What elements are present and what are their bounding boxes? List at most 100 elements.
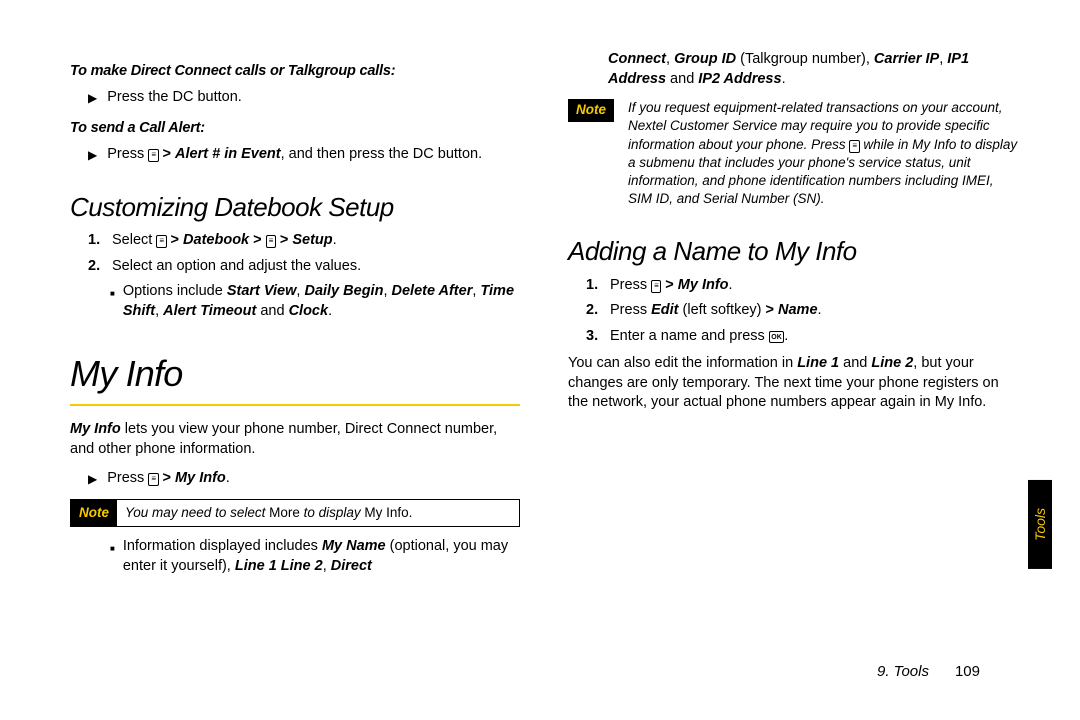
note-box: Note You may need to select More to disp… (70, 499, 520, 527)
heading-my-info: My Info (70, 350, 520, 399)
text: My Info (364, 505, 408, 520)
text: Press (107, 470, 148, 486)
separator: > (276, 232, 293, 248)
text: . (333, 232, 337, 248)
text: and (666, 71, 698, 87)
page-number: 109 (955, 663, 980, 680)
bullet-text: Options include Start View, Daily Begin,… (123, 282, 520, 321)
option-name: Alert Timeout (163, 303, 256, 319)
list-number: 2. (586, 301, 602, 321)
text: to display (300, 505, 365, 520)
square-bullet-icon: ■ (110, 542, 115, 557)
separator: > (766, 302, 779, 318)
separator: > (159, 146, 176, 162)
text: Press (610, 302, 651, 318)
text: Select (112, 232, 156, 248)
menu-path: My Info (175, 470, 226, 486)
text: Options include (123, 283, 227, 299)
field-name: Carrier IP (874, 51, 939, 67)
field-name: Line 1 (797, 355, 839, 371)
list-text: Select an option and adjust the values. (112, 257, 361, 277)
menu-path: Name (778, 302, 818, 318)
field-name: Group ID (674, 51, 736, 67)
text: lets you view your phone number, Direct … (70, 421, 497, 457)
text: Press (107, 146, 148, 162)
left-column: To make Direct Connect calls or Talkgrou… (70, 50, 520, 680)
continuation-text: Connect, Group ID (Talkgroup number), Ca… (608, 50, 1018, 89)
triangle-bullet-icon: ▶ (88, 91, 97, 106)
field-name: Direct (331, 558, 372, 574)
separator: > (661, 277, 678, 293)
list-item: 3. Enter a name and press OK. (586, 327, 1018, 347)
bullet-text: Press the DC button. (107, 88, 242, 108)
note-label: Note (71, 500, 117, 526)
right-column: Connect, Group ID (Talkgroup number), Ca… (568, 50, 1018, 680)
menu-key-icon: ≡ (156, 235, 166, 248)
list-text: Press ≡ > My Info. (610, 276, 733, 296)
square-bullet-icon: ■ (110, 287, 115, 302)
sub-heading: To send a Call Alert: (70, 119, 520, 139)
sub-heading: To make Direct Connect calls or Talkgrou… (70, 62, 520, 82)
bullet-text: Information displayed includes My Name (… (123, 537, 520, 576)
field-name: Line 2 (281, 558, 323, 574)
text: (Talkgroup number), (736, 51, 874, 67)
menu-key-icon: ≡ (266, 235, 276, 248)
list-number: 3. (586, 327, 602, 347)
menu-path: Datebook (183, 232, 249, 248)
field-name: Line 2 (871, 355, 913, 371)
text: , and then press the DC button. (281, 146, 483, 162)
menu-path: My Info (678, 277, 729, 293)
term: My Info (70, 421, 121, 437)
sub-bullet-item: ■ Information displayed includes My Name… (110, 537, 520, 576)
softkey-name: Edit (651, 302, 678, 318)
bullet-text: Press ≡ > My Info. (107, 469, 230, 489)
side-tab-tools: Tools (1028, 480, 1052, 569)
page-body: To make Direct Connect calls or Talkgrou… (0, 0, 1080, 720)
bullet-item: ▶ Press ≡ > Alert # in Event, and then p… (88, 145, 520, 165)
text: and (256, 303, 288, 319)
chapter-label: 9. Tools (877, 663, 929, 680)
text: , (323, 558, 331, 574)
text: You can also edit the information in (568, 355, 797, 371)
list-text: Enter a name and press OK. (610, 327, 788, 347)
bullet-item: ▶ Press the DC button. (88, 88, 520, 108)
text: Press (610, 277, 651, 293)
text: Information displayed includes (123, 538, 322, 554)
text: and (839, 355, 871, 371)
paragraph: You can also edit the information in Lin… (568, 354, 1018, 413)
menu-path: Setup (292, 232, 332, 248)
text: . (328, 303, 332, 319)
text: More (269, 505, 300, 520)
list-item: 1. Press ≡ > My Info. (586, 276, 1018, 296)
note-block: Note If you request equipment-related tr… (568, 99, 1018, 208)
text: . (784, 328, 788, 344)
list-number: 1. (88, 231, 104, 251)
text: . (409, 505, 413, 520)
list-number: 2. (88, 257, 104, 277)
list-item: 2. Select an option and adjust the value… (88, 257, 520, 277)
heading-customizing-datebook: Customizing Datebook Setup (70, 190, 520, 225)
menu-key-icon: ≡ (849, 140, 859, 153)
menu-key-icon: ≡ (148, 149, 158, 162)
field-name: Line 1 (235, 558, 277, 574)
sub-bullet-item: ■ Options include Start View, Daily Begi… (110, 282, 520, 321)
menu-key-icon: ≡ (651, 280, 661, 293)
heading-adding-name: Adding a Name to My Info (568, 234, 1018, 269)
list-text: Press Edit (left softkey) > Name. (610, 301, 822, 321)
text: Enter a name and press (610, 328, 769, 344)
text: . (818, 302, 822, 318)
option-name: Daily Begin (304, 283, 383, 299)
triangle-bullet-icon: ▶ (88, 472, 97, 487)
page-footer: 9. Tools 109 (877, 663, 980, 680)
text: , (666, 51, 674, 67)
text: You may need to select (125, 505, 269, 520)
paragraph: My Info lets you view your phone number,… (70, 420, 520, 459)
separator: > (167, 232, 184, 248)
menu-path: Alert # in Event (175, 146, 281, 162)
list-number: 1. (586, 276, 602, 296)
separator: > (249, 232, 266, 248)
bullet-item: ▶ Press ≡ > My Info. (88, 469, 520, 489)
field-name: Connect (608, 51, 666, 67)
ok-key-icon: OK (769, 331, 785, 343)
note-text: If you request equipment-related transac… (628, 99, 1018, 208)
